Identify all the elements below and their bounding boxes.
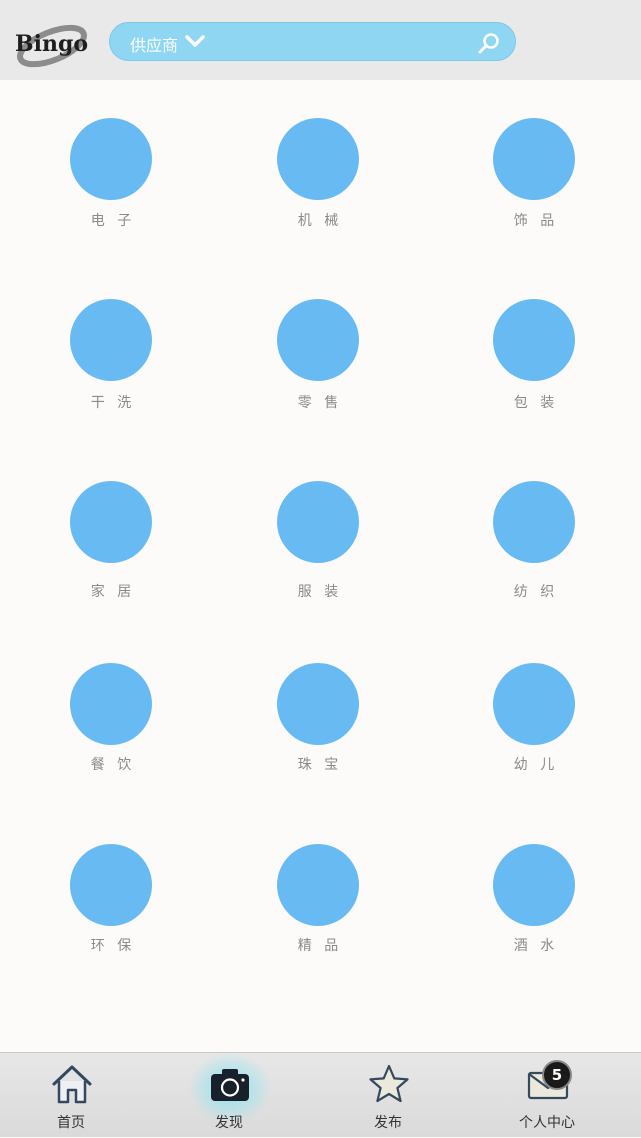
category-eco[interactable]: 环 保 — [41, 844, 181, 974]
tab-profile[interactable]: 5 个人中心 — [487, 1053, 607, 1138]
category-icon[interactable] — [277, 118, 359, 200]
category-label: 电 子 — [90, 213, 136, 229]
chevron-down-icon[interactable] — [185, 34, 205, 54]
category-icon[interactable] — [277, 844, 359, 926]
category-label: 零 售 — [297, 395, 343, 411]
category-boutique[interactable]: 精 品 — [248, 844, 388, 974]
search-icon[interactable] — [477, 31, 501, 59]
category-icon[interactable] — [493, 481, 575, 563]
category-label: 饰 品 — [513, 213, 559, 229]
star-icon — [369, 1064, 409, 1103]
search-bar[interactable]: 供应商 — [109, 22, 516, 61]
category-label: 餐 饮 — [90, 757, 136, 773]
tab-label: 发现 — [215, 1115, 243, 1131]
category-icon[interactable] — [493, 118, 575, 200]
category-electronics[interactable]: 电 子 — [41, 118, 181, 248]
category-beverages[interactable]: 酒 水 — [464, 844, 604, 974]
category-label: 珠 宝 — [297, 757, 343, 773]
category-icon[interactable] — [70, 118, 152, 200]
category-icon[interactable] — [277, 299, 359, 381]
logo-text: Bingo — [15, 31, 88, 57]
category-icon[interactable] — [70, 299, 152, 381]
bottom-tab-bar: 首页 发现 发布 5 个人中心 — [0, 1052, 641, 1137]
category-label: 干 洗 — [90, 395, 136, 411]
category-packaging[interactable]: 包 装 — [464, 299, 604, 429]
tab-label: 首页 — [57, 1115, 85, 1131]
category-apparel[interactable]: 服 装 — [248, 481, 388, 611]
category-grid: 电 子 机 械 饰 品 干 洗 零 售 包 装 家 居 服 装 纺 织 餐 饮 … — [0, 80, 641, 1052]
tab-publish[interactable]: 发布 — [328, 1053, 448, 1138]
camera-icon — [211, 1069, 249, 1101]
tab-discover[interactable]: 发现 — [169, 1053, 289, 1138]
search-category-label[interactable]: 供应商 — [130, 32, 178, 56]
category-icon[interactable] — [493, 663, 575, 745]
category-label: 机 械 — [297, 213, 343, 229]
category-label: 精 品 — [297, 938, 343, 954]
notification-badge: 5 — [542, 1060, 572, 1090]
header-bar: Bingo 供应商 — [0, 0, 641, 80]
category-home[interactable]: 家 居 — [41, 481, 181, 611]
category-machinery[interactable]: 机 械 — [248, 118, 388, 248]
category-icon[interactable] — [70, 844, 152, 926]
category-icon[interactable] — [277, 481, 359, 563]
category-label: 家 居 — [90, 584, 136, 600]
category-label: 包 装 — [513, 395, 559, 411]
category-icon[interactable] — [277, 663, 359, 745]
category-dry-cleaning[interactable]: 干 洗 — [41, 299, 181, 429]
category-textile[interactable]: 纺 织 — [464, 481, 604, 611]
home-icon — [52, 1065, 92, 1104]
category-children[interactable]: 幼 儿 — [464, 663, 604, 793]
category-accessories[interactable]: 饰 品 — [464, 118, 604, 248]
category-label: 酒 水 — [513, 938, 559, 954]
category-jewelry[interactable]: 珠 宝 — [248, 663, 388, 793]
bingo-logo[interactable]: Bingo — [12, 16, 88, 68]
tab-label: 发布 — [374, 1115, 402, 1131]
category-retail[interactable]: 零 售 — [248, 299, 388, 429]
category-label: 环 保 — [90, 938, 136, 954]
category-label: 幼 儿 — [513, 757, 559, 773]
category-icon[interactable] — [70, 481, 152, 563]
category-icon[interactable] — [493, 844, 575, 926]
category-label: 纺 织 — [513, 584, 559, 600]
category-icon[interactable] — [70, 663, 152, 745]
category-icon[interactable] — [493, 299, 575, 381]
category-catering[interactable]: 餐 饮 — [41, 663, 181, 793]
category-label: 服 装 — [297, 584, 343, 600]
tab-label: 个人中心 — [519, 1115, 575, 1131]
tab-home[interactable]: 首页 — [11, 1053, 131, 1138]
